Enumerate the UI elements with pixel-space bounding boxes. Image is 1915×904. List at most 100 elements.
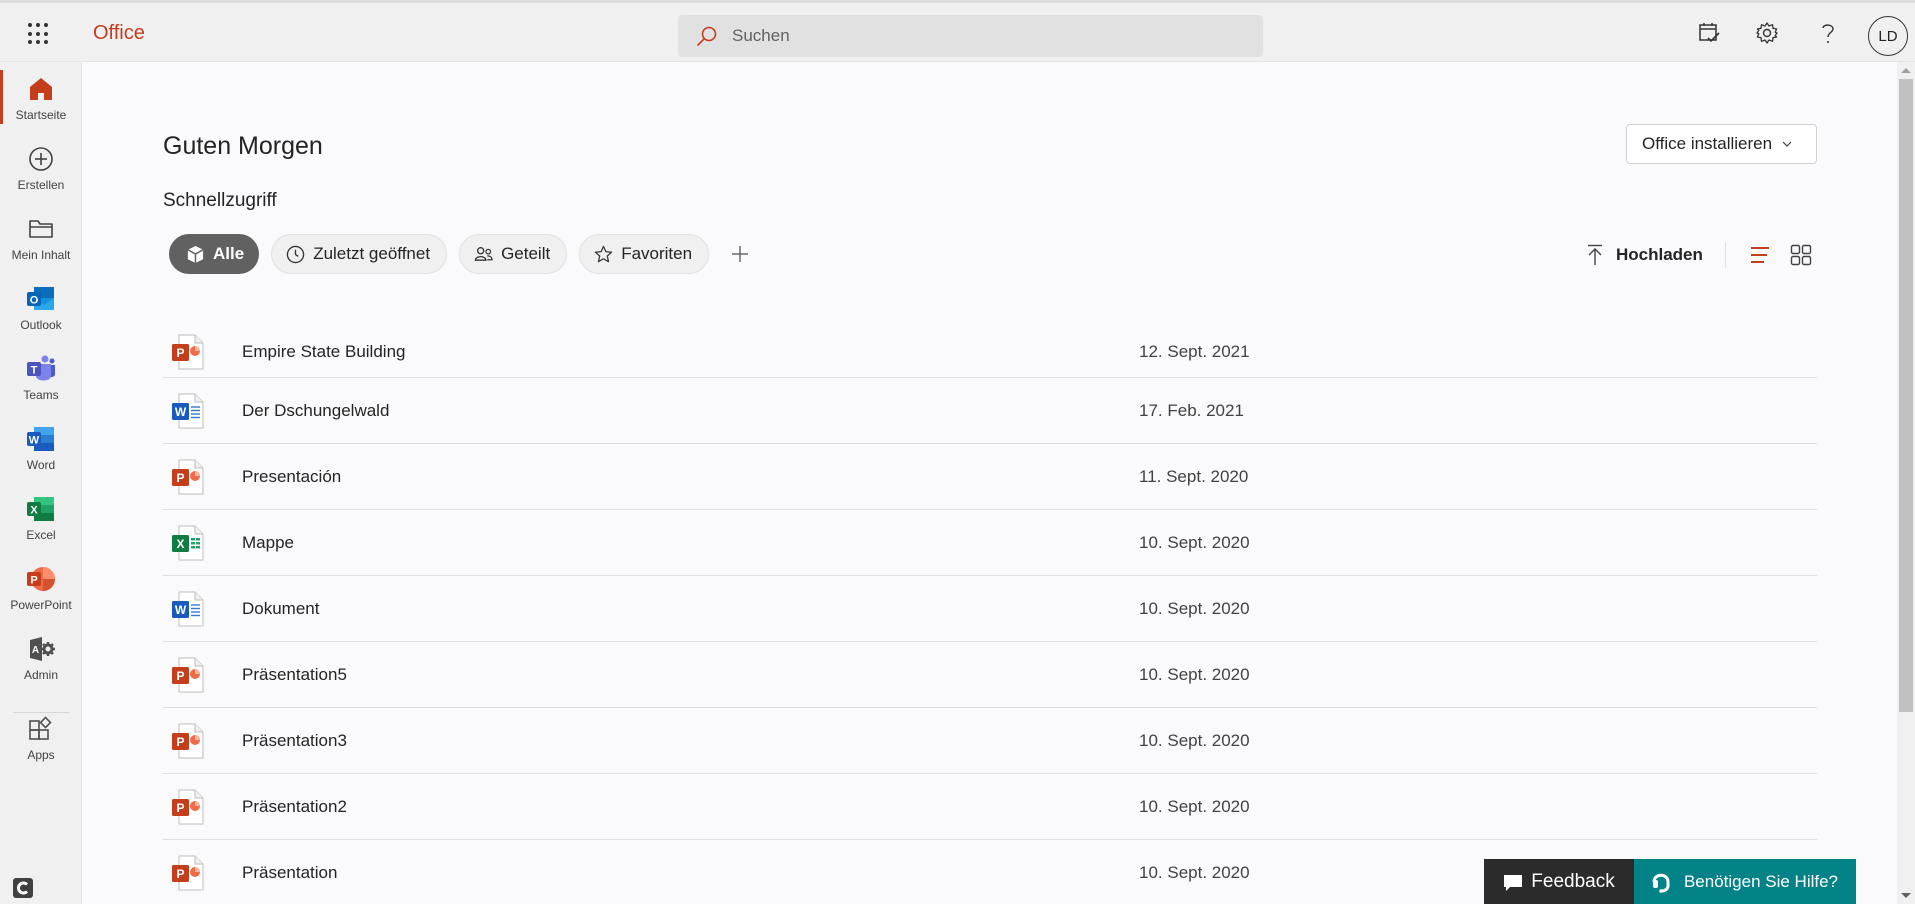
svg-text:P: P bbox=[176, 669, 184, 683]
powerpoint-file-icon: P bbox=[171, 657, 205, 693]
filter-pill-favoriten[interactable]: Favoriten bbox=[579, 234, 710, 274]
app-launcher-icon[interactable] bbox=[28, 23, 50, 45]
file-name[interactable]: Presentación bbox=[242, 467, 341, 487]
feedback-label: Feedback bbox=[1531, 870, 1615, 892]
file-name[interactable]: Präsentation bbox=[242, 863, 337, 883]
headset-icon bbox=[1652, 873, 1670, 893]
svg-text:W: W bbox=[29, 435, 40, 447]
list-view-icon[interactable] bbox=[1748, 243, 1772, 267]
powerpoint-file-icon: P bbox=[171, 334, 205, 370]
search-input[interactable] bbox=[732, 15, 1252, 57]
sidebar-item-excel[interactable]: X Excel bbox=[0, 490, 82, 552]
svg-text:P: P bbox=[176, 471, 184, 485]
file-date: 12. Sept. 2021 bbox=[1139, 342, 1250, 361]
list-toolbar: Hochladen bbox=[1586, 240, 1830, 270]
sidebar-item-mein-inhalt[interactable]: Mein Inhalt bbox=[0, 210, 82, 272]
add-filter-plus-icon[interactable] bbox=[727, 241, 753, 267]
cube-icon bbox=[187, 245, 204, 263]
powerpoint-file-icon: P bbox=[171, 789, 205, 825]
office-brand-link[interactable]: Office bbox=[93, 22, 145, 45]
svg-text:A: A bbox=[32, 645, 39, 656]
file-row[interactable]: P Presentación 11. Sept. 2020 bbox=[163, 444, 1817, 510]
sidebar-item-label: Erstellen bbox=[17, 178, 65, 192]
apps-icon bbox=[26, 714, 56, 744]
filter-pill-geteilt[interactable]: Geteilt bbox=[459, 234, 568, 274]
feedback-button[interactable]: Feedback bbox=[1484, 859, 1634, 904]
help-label: Benötigen Sie Hilfe? bbox=[1683, 871, 1839, 891]
sidebar-item-label: Apps bbox=[27, 748, 55, 762]
home-icon bbox=[26, 74, 56, 104]
vertical-scrollbar[interactable] bbox=[1897, 62, 1915, 904]
svg-text:P: P bbox=[176, 867, 184, 881]
scrollbar-thumb[interactable] bbox=[1899, 79, 1913, 712]
sidebar-item-label: Admin bbox=[23, 668, 58, 682]
filter-pill-label: Geteilt bbox=[501, 244, 551, 263]
sidebar-item-startseite[interactable]: Startseite bbox=[0, 70, 82, 132]
file-row[interactable]: W Dokument 10. Sept. 2020 bbox=[163, 576, 1817, 642]
file-name[interactable]: Präsentation3 bbox=[242, 731, 347, 751]
excel-icon: X bbox=[26, 494, 56, 524]
sidebar-item-outlook[interactable]: O Outlook bbox=[0, 280, 82, 342]
file-row[interactable]: P Präsentation2 10. Sept. 2020 bbox=[163, 774, 1817, 840]
file-row[interactable]: P Präsentation5 10. Sept. 2020 bbox=[163, 642, 1817, 708]
file-date: 10. Sept. 2020 bbox=[1139, 532, 1250, 552]
search-box[interactable] bbox=[678, 15, 1263, 57]
file-name[interactable]: Empire State Building bbox=[242, 342, 405, 362]
sidebar-item-label: Mein Inhalt bbox=[11, 248, 71, 262]
svg-text:X: X bbox=[176, 537, 184, 551]
file-row[interactable]: X Mappe 10. Sept. 2020 bbox=[163, 510, 1817, 576]
install-office-button[interactable]: Office installieren bbox=[1626, 124, 1817, 164]
calendar-check-icon[interactable] bbox=[1697, 20, 1723, 46]
file-date: 17. Feb. 2021 bbox=[1139, 400, 1244, 420]
scroll-down-arrow-icon[interactable] bbox=[1901, 893, 1911, 898]
file-row[interactable]: P Empire State Building 12. Sept. 2021 bbox=[163, 327, 1817, 378]
sidebar-item-word[interactable]: W Word bbox=[0, 420, 82, 482]
sidebar-item-powerpoint[interactable]: P PowerPoint bbox=[0, 560, 82, 622]
filter-pills: Alle Zuletzt geöffnet Geteilt Favoriten bbox=[169, 234, 753, 274]
sidebar-item-teams[interactable]: T Teams bbox=[0, 350, 82, 412]
sidebar-item-admin[interactable]: A Admin bbox=[0, 630, 82, 692]
install-office-label: Office installieren bbox=[1642, 134, 1773, 153]
svg-text:P: P bbox=[30, 575, 37, 587]
upload-label: Hochladen bbox=[1616, 245, 1703, 264]
svg-text:P: P bbox=[176, 346, 184, 360]
file-list: P Empire State Building 12. Sept. 2021 W Der… bbox=[163, 327, 1817, 904]
sidebar-item-erstellen[interactable]: Erstellen bbox=[0, 140, 82, 202]
file-name[interactable]: Dokument bbox=[242, 599, 319, 619]
search-icon bbox=[697, 26, 717, 46]
folder-icon bbox=[26, 214, 56, 244]
file-date: 10. Sept. 2020 bbox=[1139, 796, 1250, 816]
upload-button[interactable]: Hochladen bbox=[1586, 244, 1703, 266]
file-row[interactable]: P Präsentation3 10. Sept. 2020 bbox=[163, 708, 1817, 774]
file-date: 10. Sept. 2020 bbox=[1139, 730, 1250, 750]
scroll-up-arrow-icon[interactable] bbox=[1901, 68, 1911, 73]
filter-pill-zuletzt-geoeffnet[interactable]: Zuletzt geöffnet bbox=[271, 234, 448, 274]
file-row[interactable]: W Der Dschungelwald 17. Feb. 2021 bbox=[163, 378, 1817, 444]
plus-circle-icon bbox=[26, 144, 56, 174]
svg-text:P: P bbox=[176, 801, 184, 815]
svg-text:X: X bbox=[30, 505, 38, 517]
filter-pill-label: Favoriten bbox=[621, 244, 693, 263]
svg-text:O: O bbox=[30, 295, 39, 307]
file-name[interactable]: Präsentation2 bbox=[242, 797, 347, 817]
file-date: 11. Sept. 2020 bbox=[1139, 466, 1249, 486]
need-help-button[interactable]: Benötigen Sie Hilfe? bbox=[1634, 859, 1856, 904]
grid-view-icon[interactable] bbox=[1789, 243, 1813, 267]
file-name[interactable]: Präsentation5 bbox=[242, 665, 347, 685]
settings-gear-icon[interactable] bbox=[1754, 20, 1780, 46]
sidebar-item-label: Outlook bbox=[20, 318, 62, 332]
sidebar-item-apps[interactable]: Apps bbox=[0, 710, 82, 772]
file-name[interactable]: Der Dschungelwald bbox=[242, 401, 389, 421]
file-name[interactable]: Mappe bbox=[242, 533, 294, 553]
filter-pill-alle[interactable]: Alle bbox=[169, 234, 260, 274]
extension-c-icon[interactable] bbox=[13, 878, 33, 898]
powerpoint-file-icon: P bbox=[171, 459, 205, 495]
user-avatar[interactable]: LD bbox=[1868, 16, 1908, 56]
clock-icon bbox=[286, 245, 305, 263]
outlook-icon: O bbox=[26, 284, 56, 314]
help-question-icon[interactable] bbox=[1815, 20, 1841, 46]
file-date: 10. Sept. 2020 bbox=[1139, 664, 1250, 684]
svg-text:P: P bbox=[176, 735, 184, 749]
main-content: Guten Morgen Schnellzugriff Office insta… bbox=[83, 62, 1895, 904]
sidebar-item-label: Startseite bbox=[15, 108, 67, 122]
